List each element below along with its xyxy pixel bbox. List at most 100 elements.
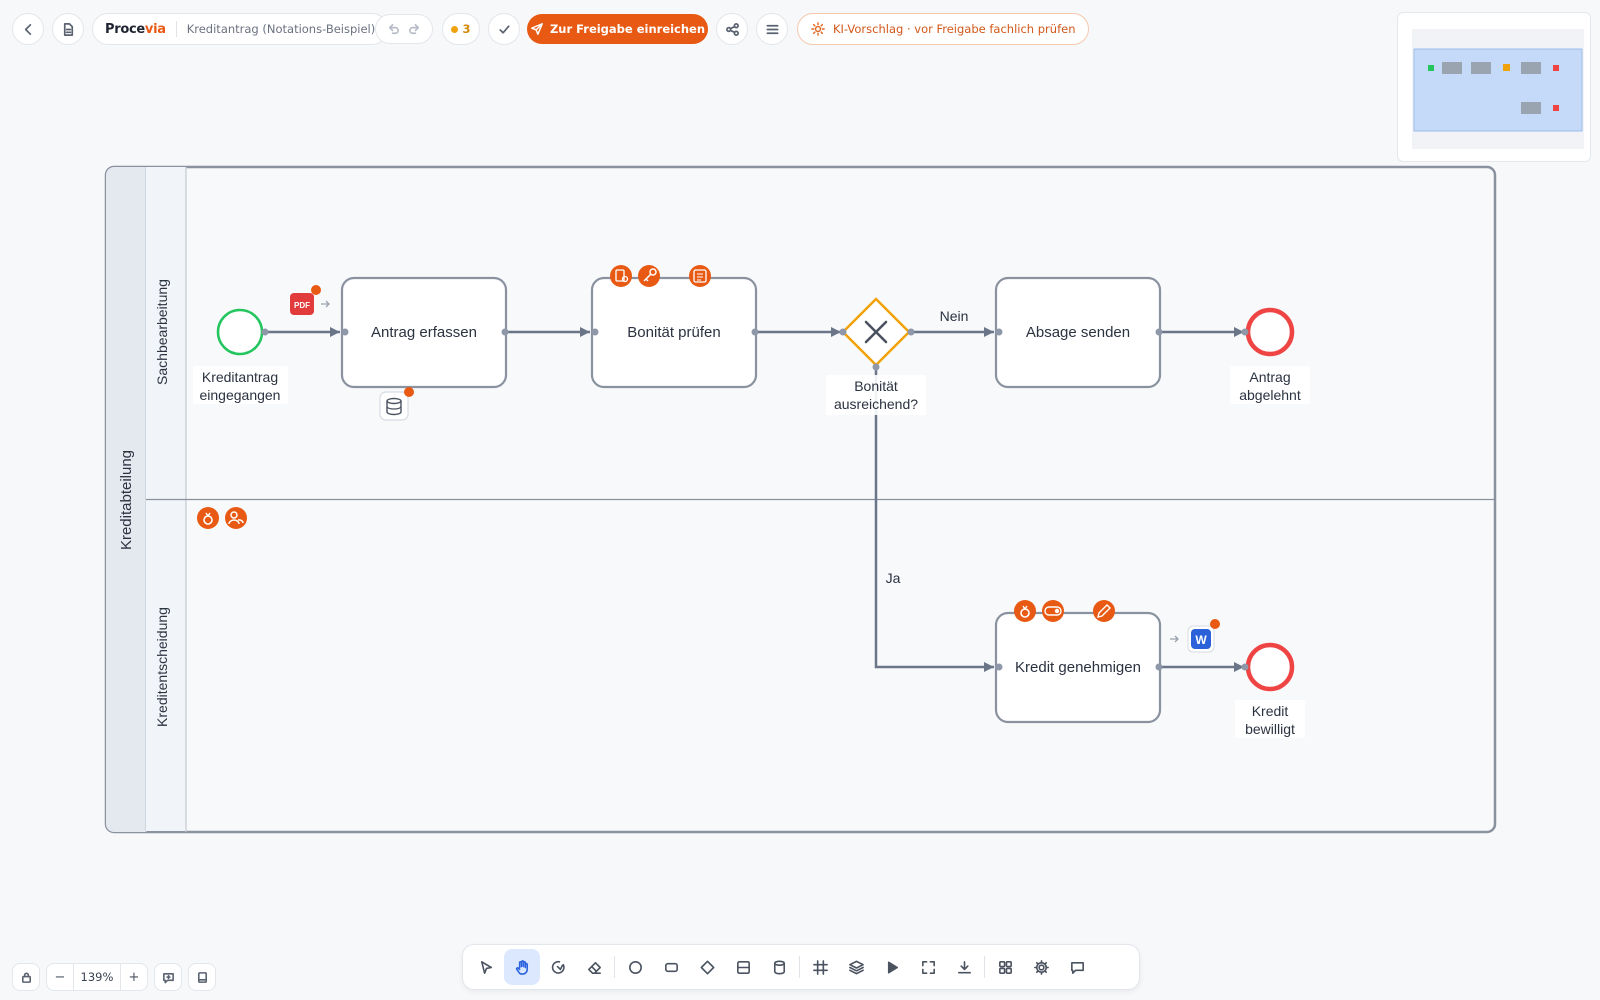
pencil-icon[interactable] bbox=[1093, 600, 1115, 622]
gateway-tool[interactable] bbox=[689, 949, 725, 985]
validate-button[interactable] bbox=[488, 13, 520, 45]
lane-sachbearbeitung[interactable]: Sachbearbeitung bbox=[146, 167, 186, 499]
circle-icon bbox=[628, 960, 642, 974]
task-absage-senden[interactable]: Absage senden bbox=[994, 276, 1163, 389]
connector-dot[interactable] bbox=[995, 328, 1003, 336]
undo-icon[interactable] bbox=[386, 22, 401, 37]
zoom-out-button[interactable]: − bbox=[47, 964, 73, 990]
users-icon[interactable] bbox=[225, 507, 247, 529]
connector-dot[interactable] bbox=[839, 328, 847, 336]
label-background bbox=[826, 375, 926, 415]
word-icon[interactable] bbox=[1191, 629, 1211, 649]
submit-for-approval-button[interactable]: Zur Freigabe einreichen bbox=[527, 14, 708, 44]
pdf-icon[interactable] bbox=[290, 293, 314, 315]
lane-label: Kreditentscheidung bbox=[154, 607, 170, 727]
document-button[interactable] bbox=[52, 13, 84, 45]
zoom-controls: − 139% + bbox=[12, 963, 216, 991]
task-box[interactable] bbox=[590, 276, 758, 389]
connector-dot[interactable] bbox=[591, 328, 599, 336]
layers-button[interactable] bbox=[838, 949, 874, 985]
end-event-rejected[interactable]: Antrag abgelehnt bbox=[1230, 307, 1310, 404]
task-kredit-genehmigen[interactable]: Kredit genehmigen bbox=[994, 600, 1163, 724]
ring-icon[interactable] bbox=[1014, 600, 1036, 622]
lock-button[interactable] bbox=[12, 963, 40, 991]
page-view-button[interactable] bbox=[188, 963, 216, 991]
task-bonitaet-pruefen[interactable]: Bonität prüfen bbox=[590, 265, 759, 389]
comments-button[interactable] bbox=[1059, 949, 1095, 985]
document-search-icon[interactable] bbox=[610, 265, 632, 287]
redo-icon[interactable] bbox=[407, 22, 422, 37]
connector-dot[interactable] bbox=[501, 328, 509, 336]
ai-suggestion-notice[interactable]: KI-Vorschlag · vor Freigabe fachlich prü… bbox=[797, 13, 1090, 45]
sequence-flows bbox=[265, 327, 1244, 672]
data-store-badge[interactable] bbox=[379, 391, 409, 421]
grid-toggle[interactable] bbox=[802, 949, 838, 985]
task-tool[interactable] bbox=[653, 949, 689, 985]
key-icon[interactable] bbox=[638, 265, 660, 287]
task-label: Antrag erfassen bbox=[371, 324, 477, 341]
connector-dot[interactable] bbox=[261, 328, 269, 336]
label-background bbox=[193, 366, 288, 404]
task-box[interactable] bbox=[994, 276, 1162, 389]
task-antrag-erfassen[interactable]: Antrag erfassen bbox=[340, 276, 509, 421]
diagram-canvas[interactable]: Kreditabteilung Sachbearbeitung Krediten… bbox=[0, 0, 1600, 1000]
connector-dot[interactable] bbox=[751, 328, 759, 336]
end-event-circle[interactable] bbox=[1245, 307, 1295, 357]
connector-dot[interactable] bbox=[1241, 328, 1249, 336]
flow-label-no[interactable]: Nein bbox=[940, 308, 969, 324]
word-attachment[interactable]: W bbox=[1170, 619, 1220, 653]
end-event-circle[interactable] bbox=[1245, 642, 1295, 692]
settings-button[interactable] bbox=[1023, 949, 1059, 985]
pdf-attachment[interactable]: PDF bbox=[290, 285, 330, 315]
form-icon[interactable] bbox=[689, 265, 711, 287]
data-store-tool[interactable] bbox=[761, 949, 797, 985]
flow-label-yes[interactable]: Ja bbox=[886, 570, 901, 586]
connector-dot[interactable] bbox=[872, 363, 880, 371]
pool-kreditabteilung[interactable]: Kreditabteilung bbox=[104, 165, 1497, 834]
event-tool[interactable] bbox=[617, 949, 653, 985]
eraser-tool[interactable] bbox=[576, 949, 612, 985]
ring-icon[interactable] bbox=[197, 507, 219, 529]
flow-yes[interactable] bbox=[874, 367, 994, 672]
simulate-button[interactable] bbox=[874, 949, 910, 985]
exclusive-gateway[interactable]: Bonität ausreichend? bbox=[826, 297, 926, 415]
comment-mode-button[interactable] bbox=[154, 963, 182, 991]
document-search-glyph bbox=[621, 275, 629, 283]
notification-dot bbox=[1210, 619, 1220, 629]
connector-dot[interactable] bbox=[907, 328, 915, 336]
lane-extension-icons[interactable] bbox=[197, 507, 247, 529]
task-box[interactable] bbox=[340, 276, 508, 389]
connector-dot[interactable] bbox=[995, 663, 1003, 671]
share-button[interactable] bbox=[716, 13, 748, 45]
gateway-diamond[interactable] bbox=[841, 297, 911, 367]
connector-dot[interactable] bbox=[1155, 663, 1163, 671]
issue-count-badge[interactable]: 3 bbox=[442, 13, 480, 45]
back-button[interactable] bbox=[12, 13, 44, 45]
minimap[interactable] bbox=[1397, 12, 1591, 162]
gear-icon bbox=[1033, 959, 1049, 975]
fullscreen-button[interactable] bbox=[910, 949, 946, 985]
minimap-viewport[interactable] bbox=[1413, 48, 1583, 132]
pool-label: Kreditabteilung bbox=[118, 450, 135, 550]
start-event-label-line1: Kreditantrag bbox=[202, 369, 278, 385]
download-button[interactable] bbox=[946, 949, 982, 985]
start-event[interactable]: Kreditantrag eingegangen bbox=[193, 308, 288, 404]
connector-dot[interactable] bbox=[1155, 328, 1163, 336]
zoom-box: − 139% + bbox=[46, 963, 148, 991]
start-event-circle[interactable] bbox=[216, 308, 264, 356]
hand-tool[interactable] bbox=[504, 949, 540, 985]
apps-button[interactable] bbox=[987, 949, 1023, 985]
task-box[interactable] bbox=[994, 611, 1162, 724]
menu-button[interactable] bbox=[756, 13, 788, 45]
toggle-icon[interactable] bbox=[1042, 600, 1064, 622]
lane-tool[interactable] bbox=[725, 949, 761, 985]
document-title[interactable]: Kreditantrag (Notations-Beispiel) bbox=[187, 22, 376, 36]
zoom-in-button[interactable]: + bbox=[121, 964, 147, 990]
zoom-level[interactable]: 139% bbox=[73, 964, 121, 990]
lane-kreditentscheidung[interactable]: Kreditentscheidung bbox=[146, 500, 186, 831]
connector-dot[interactable] bbox=[1241, 663, 1249, 671]
lasso-tool[interactable] bbox=[540, 949, 576, 985]
connector-dot[interactable] bbox=[341, 328, 349, 336]
end-event-approved[interactable]: Kredit bewilligt bbox=[1235, 642, 1305, 738]
select-tool[interactable] bbox=[468, 949, 504, 985]
